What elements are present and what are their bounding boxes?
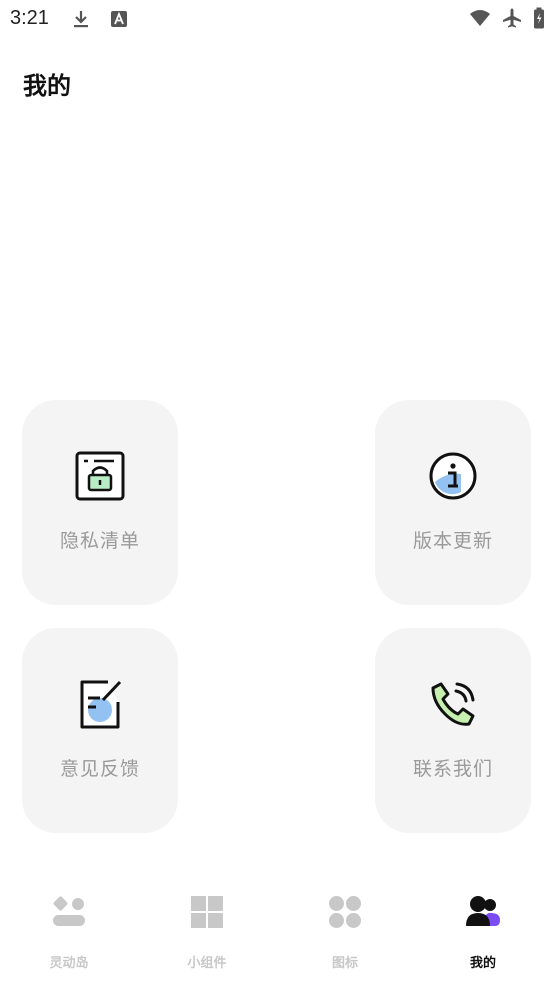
- wifi-icon: [470, 10, 490, 26]
- card-label: 联系我们: [412, 758, 493, 780]
- info-icon: [429, 452, 477, 500]
- phone-call-icon: [431, 682, 475, 726]
- page-title: 我的: [23, 72, 71, 100]
- nav-label: 小组件: [187, 956, 227, 971]
- feedback-edit-icon: [80, 680, 122, 729]
- icons-grid-icon: [329, 896, 361, 928]
- contact-us-card[interactable]: 联系我们: [375, 628, 531, 833]
- a-letter-icon: [111, 11, 127, 27]
- widgets-icon: [191, 896, 223, 928]
- battery-icon: [534, 7, 544, 29]
- nav-label: 图标: [331, 956, 358, 971]
- nav-label: 灵动岛: [49, 956, 89, 971]
- nav-label: 我的: [469, 956, 496, 971]
- card-label: 隐私清单: [59, 530, 140, 552]
- status-time: 3:21: [10, 7, 49, 29]
- feedback-card[interactable]: 意见反馈: [22, 628, 178, 833]
- privacy-list-card[interactable]: 隐私清单: [22, 400, 178, 605]
- privacy-lock-icon: [75, 451, 125, 501]
- dynamic-island-icon: [53, 896, 85, 926]
- nav-item-widgets[interactable]: 小组件: [157, 894, 257, 971]
- screen: 3:21 我的 隐私清单 版本更新 意见反馈 联系我们 灵动岛 小组件 图标 我…: [0, 0, 553, 983]
- version-update-card[interactable]: 版本更新: [375, 400, 531, 605]
- download-icon: [74, 11, 88, 28]
- status-bar: 3:21: [0, 0, 553, 36]
- airplane-icon: [503, 8, 521, 28]
- bottom-nav: 灵动岛 小组件 图标 我的: [0, 882, 553, 983]
- nav-item-profile[interactable]: 我的: [433, 894, 533, 971]
- card-label: 版本更新: [412, 530, 493, 552]
- profile-users-icon: [466, 896, 500, 926]
- card-label: 意见反馈: [59, 758, 140, 780]
- nav-item-icons[interactable]: 图标: [295, 894, 395, 971]
- nav-item-dynamic-island[interactable]: 灵动岛: [19, 894, 119, 971]
